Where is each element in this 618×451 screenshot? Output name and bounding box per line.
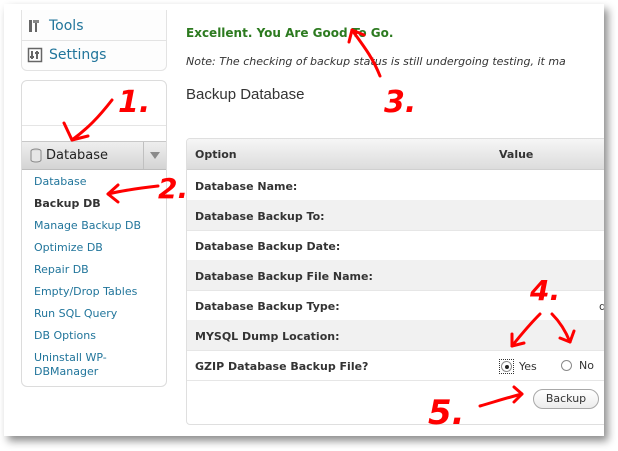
database-menu-header[interactable]: Database xyxy=(22,141,166,170)
gzip-no-label: No xyxy=(579,359,594,372)
menu-item-settings[interactable]: Settings xyxy=(22,41,166,69)
gzip-yes-option[interactable]: Yes xyxy=(499,359,537,374)
backup-button[interactable]: Backup xyxy=(533,389,599,409)
table-row: Database Backup File Name: xyxy=(187,260,604,291)
page-title: Backup Database xyxy=(186,86,305,103)
tools-icon xyxy=(27,18,43,34)
menu-item-tools[interactable]: Tools xyxy=(22,12,166,41)
submenu-item-run-sql-query[interactable]: Run SQL Query xyxy=(34,307,141,329)
gzip-no-radio[interactable] xyxy=(561,360,572,371)
menu-item-settings-label: Settings xyxy=(49,47,107,63)
submenu-item-database[interactable]: Database xyxy=(34,175,141,197)
submenu-item-repair-db[interactable]: Repair DB xyxy=(34,263,141,285)
submenu-item-backup-db[interactable]: Backup DB xyxy=(34,197,141,219)
row-label: MYSQL Dump Location: xyxy=(195,330,340,343)
row-label: Database Name: xyxy=(195,180,298,193)
row-label: GZIP Database Backup File? xyxy=(195,360,369,373)
table-row: Database Name: xyxy=(187,170,604,201)
focus-ring xyxy=(499,359,514,374)
table-header: Option Value xyxy=(187,139,604,170)
table-row: MYSQL Dump Location: xyxy=(187,320,604,351)
row-label: Database Backup Date: xyxy=(195,240,341,253)
menu-toggle[interactable] xyxy=(143,142,166,169)
settings-icon xyxy=(27,47,43,63)
gzip-yes-label: Yes xyxy=(519,360,537,373)
note-text: Note: The checking of backup status is s… xyxy=(186,55,566,68)
table-row: GZIP Database Backup File? Yes No xyxy=(187,350,604,381)
menu-separator xyxy=(22,125,166,126)
column-header-option: Option xyxy=(195,148,237,161)
row-label: Database Backup Type: xyxy=(195,300,340,313)
gzip-yes-radio[interactable] xyxy=(501,361,512,372)
table-row: Database Backup Date: xyxy=(187,230,604,261)
chevron-down-icon xyxy=(150,152,160,159)
table-row: Database Backup Type: d xyxy=(187,290,604,321)
gzip-no-option[interactable]: No xyxy=(561,359,594,372)
row-label: Database Backup To: xyxy=(195,210,325,223)
database-icon xyxy=(30,148,42,163)
screenshot-frame: Tools Settings Database Database Backup … xyxy=(4,4,604,436)
menu-item-tools-label: Tools xyxy=(49,18,84,34)
backup-options-table: Option Value Database Name: Database Bac… xyxy=(186,138,604,425)
submenu-item-uninstall[interactable]: Uninstall WP-DBManager xyxy=(34,351,134,381)
submenu-item-empty-drop-tables[interactable]: Empty/Drop Tables xyxy=(34,285,141,307)
database-submenu: Database Backup DB Manage Backup DB Opti… xyxy=(34,175,141,381)
backup-type-value: d xyxy=(599,300,604,313)
table-row: Database Backup To: xyxy=(187,200,604,231)
admin-menu: Tools Settings xyxy=(21,10,167,71)
row-label: Database Backup File Name: xyxy=(195,270,373,283)
column-header-value: Value xyxy=(499,148,534,161)
submenu-item-optimize-db[interactable]: Optimize DB xyxy=(34,241,141,263)
status-message: Excellent. You Are Good To Go. xyxy=(186,26,394,40)
database-menu-label: Database xyxy=(46,148,109,163)
submenu-item-manage-backup-db[interactable]: Manage Backup DB xyxy=(34,219,141,241)
submenu-item-db-options[interactable]: DB Options xyxy=(34,329,141,351)
database-menu: Database Database Backup DB Manage Backu… xyxy=(21,80,167,387)
